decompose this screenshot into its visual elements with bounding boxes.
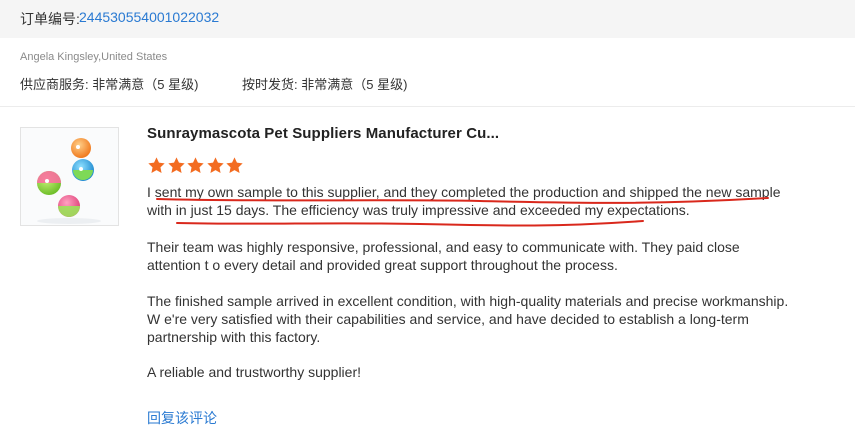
review-paragraph: Their team was highly responsive, profes… bbox=[147, 239, 740, 273]
order-number-link[interactable]: 244530554001022032 bbox=[79, 9, 219, 25]
buyer-name-country: Angela Kingsley,United States bbox=[20, 51, 168, 63]
supplier-service-rating: 供应商服务: 非常满意（5 星级) bbox=[20, 74, 198, 93]
pet-balls-image bbox=[37, 138, 101, 224]
section-divider bbox=[0, 106, 855, 107]
star-icon bbox=[226, 157, 243, 173]
star-icon bbox=[167, 157, 185, 173]
product-thumbnail[interactable] bbox=[20, 127, 119, 226]
review-paragraph: The finished sample arrived in excellent… bbox=[147, 293, 789, 345]
rating-value: 非常满意（5 星级) bbox=[92, 77, 199, 92]
order-number-label: 订单编号: bbox=[20, 11, 80, 27]
star-icon bbox=[187, 157, 204, 173]
on-time-shipping-rating: 按时发货: 非常满意（5 星级) bbox=[242, 74, 407, 93]
rating-label: 按时发货: bbox=[242, 77, 298, 92]
review-paragraph: I sent my own sample to this supplier, a… bbox=[147, 184, 781, 218]
reply-to-review-link[interactable]: 回复该评论 bbox=[147, 408, 217, 428]
product-title[interactable]: Sunraymascota Pet Suppliers Manufacturer… bbox=[147, 125, 499, 142]
star-rating bbox=[147, 156, 245, 176]
star-icon bbox=[206, 157, 224, 173]
review-paragraph: A reliable and trustworthy supplier! bbox=[147, 364, 361, 380]
rating-value: 非常满意（5 星级) bbox=[301, 77, 408, 92]
rating-label: 供应商服务: bbox=[20, 77, 89, 92]
star-icon bbox=[148, 157, 165, 173]
order-header: 订单编号: 244530554001022032 bbox=[0, 0, 855, 38]
